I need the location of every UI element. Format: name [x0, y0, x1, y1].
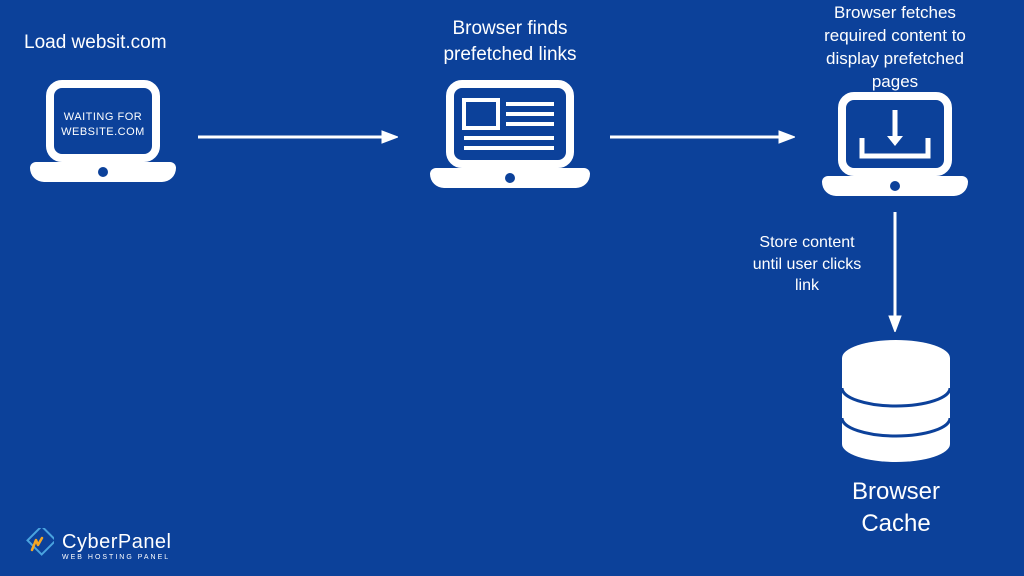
database-icon: [832, 340, 960, 468]
step1-title: Load websit.com: [24, 30, 204, 56]
arrow-right-1-icon: [198, 128, 398, 146]
brand-name: CyberPanel: [62, 532, 172, 552]
store-label: Store content until user clicks link: [734, 232, 880, 297]
laptop-screen-text: WAITING FOR WEBSITE.COM: [54, 110, 152, 141]
brand-tagline: WEB HOSTING PANEL: [62, 554, 172, 561]
arrow-right-2-icon: [610, 128, 795, 146]
cache-title: Browser Cache: [812, 476, 980, 541]
logo-icon: [18, 528, 54, 564]
step3-title: Browser fetches required content to disp…: [790, 2, 1000, 94]
arrow-down-icon: [886, 212, 904, 332]
laptop-links-icon: [430, 78, 590, 194]
step2-title: Browser finds prefetched links: [410, 16, 610, 67]
laptop-download-icon: [820, 92, 970, 202]
brand-logo: CyberPanel WEB HOSTING PANEL: [18, 528, 172, 564]
